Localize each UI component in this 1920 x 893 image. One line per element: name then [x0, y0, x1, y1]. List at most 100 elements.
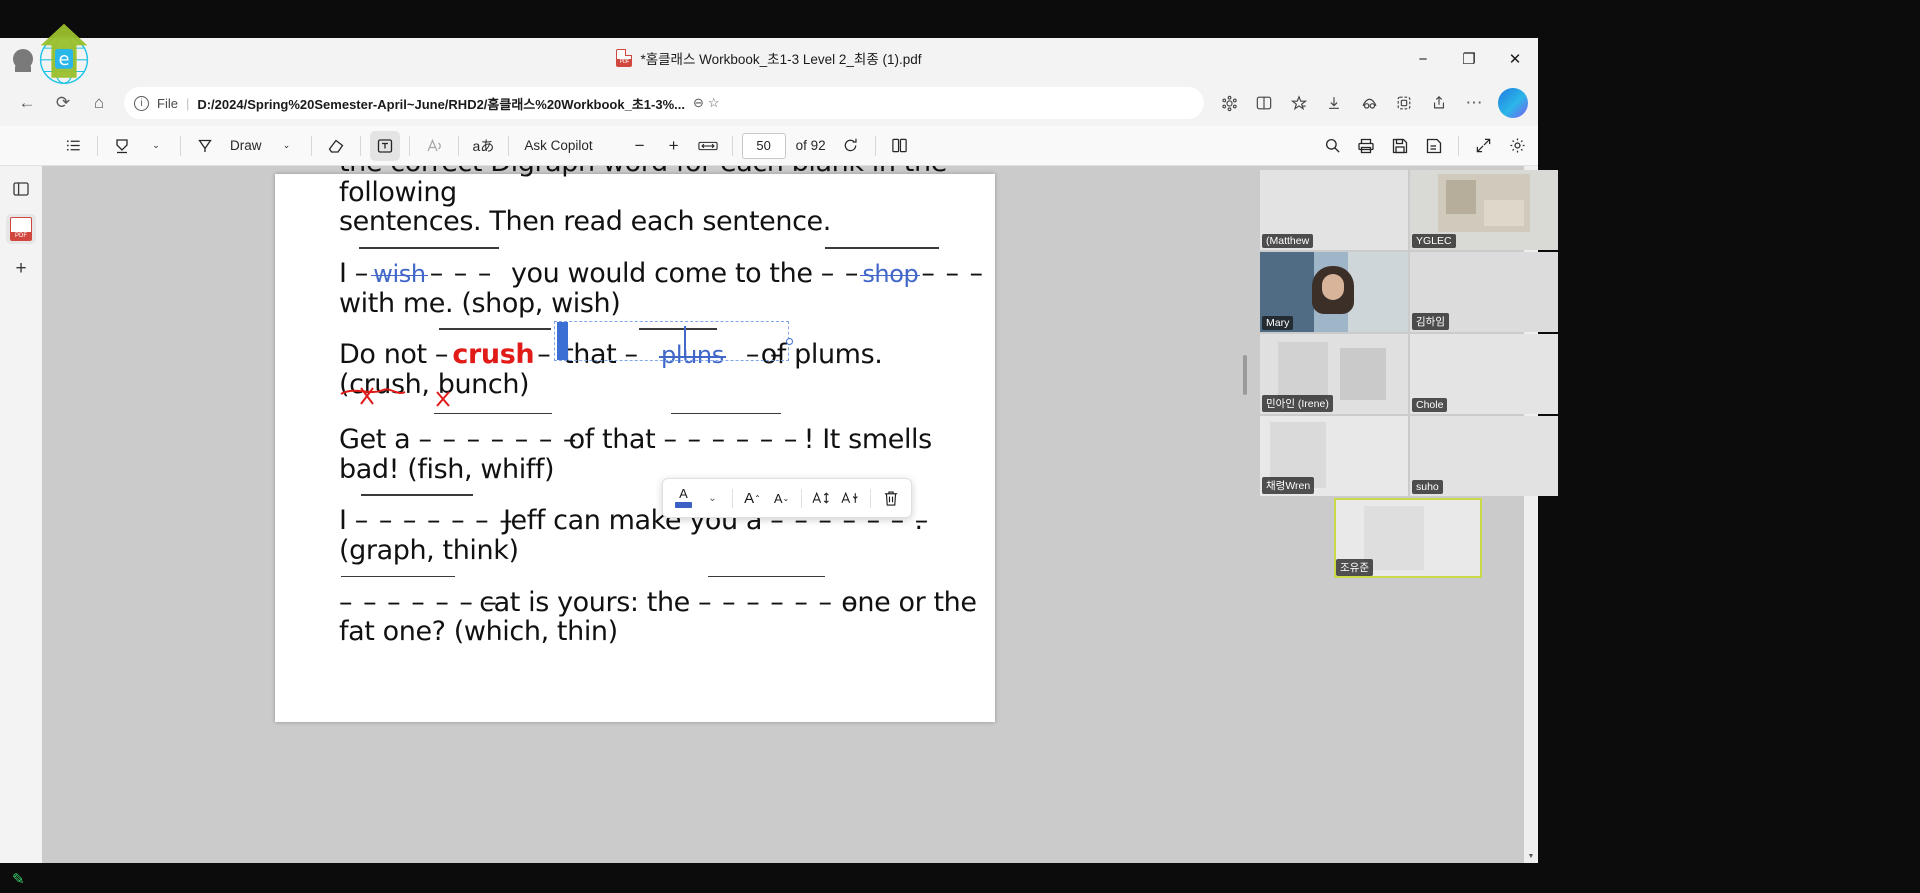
q3-suffix: ! It smells	[803, 423, 933, 455]
page-count-label: of 92	[795, 138, 826, 153]
q1-suffix-line: with me. (shop, wish)	[339, 287, 621, 319]
toolbar-actions: ⋯	[1212, 86, 1528, 120]
q4-blank-1[interactable]: – – – – – – –	[355, 494, 513, 536]
add-icon[interactable]: +	[6, 254, 36, 284]
video-tile-active-speaker[interactable]: 조유준	[1334, 498, 1482, 578]
video-tile[interactable]: (Matthew	[1260, 170, 1408, 250]
video-tile[interactable]: 채령Wren	[1260, 416, 1408, 496]
q1-answer-2[interactable]: shop	[862, 260, 918, 288]
text-caret	[684, 326, 686, 357]
video-tile[interactable]: 민아인 (Irene)	[1260, 334, 1408, 414]
zoom-out-icon[interactable]: ⊖	[693, 95, 704, 111]
grow-font-caret-icon: ⌃	[754, 493, 761, 503]
instruction-line-1: the correct Digraph word for each blank …	[339, 166, 947, 208]
video-tile[interactable]: Mary	[1260, 252, 1408, 332]
increase-font-size-button[interactable]: A ⌃	[739, 484, 766, 512]
page-number-input[interactable]: 50	[741, 132, 786, 159]
font-color-chevron-down-icon[interactable]: ⌄	[699, 484, 726, 512]
address-bar[interactable]: i File | D:/2024/Spring%20Semester-April…	[124, 87, 1204, 119]
participant-name: Mary	[1262, 316, 1294, 330]
downloads-icon[interactable]	[1317, 86, 1351, 120]
participant-name: 김하임	[1412, 313, 1449, 330]
share-icon[interactable]	[1422, 86, 1456, 120]
q2-answer-1[interactable]: crush	[452, 339, 534, 370]
participant-name: Chole	[1412, 398, 1448, 412]
zoom-in-button[interactable]: +	[659, 131, 689, 161]
participant-name: 조유준	[1336, 559, 1373, 576]
navigation-bar: ← ⟳ ⌂ i File | D:/2024/Spring%20Semester…	[0, 80, 1538, 126]
highlight-icon[interactable]	[107, 131, 137, 161]
file-scheme-label: File	[157, 95, 178, 111]
q4-prefix: I	[339, 505, 347, 537]
collections-icon[interactable]	[1212, 86, 1246, 120]
active-tab[interactable]: *홈클래스 Workbook_초1-3 Level 2_최종 (1).pdf	[0, 48, 1538, 68]
draw-chevron-down-icon[interactable]: ⌄	[272, 131, 302, 161]
participant-name: suho	[1412, 480, 1443, 494]
delete-annotation-button[interactable]	[877, 484, 904, 512]
eraser-icon[interactable]	[321, 131, 351, 161]
favorites-icon[interactable]	[1282, 86, 1316, 120]
minimize-button[interactable]: −	[1400, 38, 1446, 80]
close-button[interactable]: ✕	[1492, 38, 1538, 80]
taskbar: ✎	[0, 863, 1920, 893]
draw-icon[interactable]	[190, 131, 220, 161]
sidebar-toggle-icon[interactable]	[6, 174, 36, 204]
table-of-contents-icon[interactable]	[58, 131, 88, 161]
restore-button[interactable]: ❐	[1446, 38, 1492, 80]
page-layout-icon[interactable]	[885, 131, 915, 161]
video-tile[interactable]: suho	[1410, 416, 1558, 496]
increase-line-spacing-button[interactable]	[808, 484, 835, 512]
toolbar-divider	[874, 135, 876, 156]
font-color-button[interactable]: A	[670, 484, 697, 512]
text-annotation-selection-box[interactable]	[554, 321, 789, 362]
q1-answer-1[interactable]: wish	[373, 260, 426, 288]
q3-blank-2[interactable]: – – – – – –	[663, 412, 797, 455]
grow-font-letter: A	[744, 489, 755, 507]
annotation-drag-handle[interactable]	[557, 322, 568, 361]
instruction-text: the correct Digraph word for each blank …	[339, 166, 959, 237]
copilot-icon[interactable]	[1498, 88, 1528, 118]
decrease-line-spacing-button[interactable]	[837, 484, 864, 512]
pen-icon[interactable]: ✎	[12, 870, 30, 888]
rotate-icon[interactable]	[836, 131, 866, 161]
extensions-icon[interactable]	[1387, 86, 1421, 120]
fit-to-width-icon[interactable]	[693, 131, 723, 161]
participant-name: 민아인 (Irene)	[1262, 395, 1333, 412]
translate-icon[interactable]: aあ	[468, 131, 500, 161]
panel-resize-handle[interactable]	[1243, 355, 1247, 395]
read-aloud-icon[interactable]	[419, 131, 449, 161]
video-tile[interactable]: YGLEC	[1410, 170, 1558, 250]
decrease-font-size-button[interactable]: A ⌄	[768, 484, 795, 512]
zoom-out-button[interactable]: −	[625, 131, 655, 161]
ask-copilot-button[interactable]: Ask Copilot	[518, 131, 598, 161]
video-tile[interactable]: 김하임	[1410, 252, 1558, 332]
settings-more-icon[interactable]: ⋯	[1457, 86, 1491, 120]
q1-blank-1[interactable]: – wish – – –	[355, 247, 503, 289]
svg-text:e: e	[58, 49, 69, 70]
favorite-star-icon[interactable]: ☆	[708, 95, 720, 111]
q2-suffix-line: (crush, bunch)	[339, 369, 530, 401]
toolbar-divider	[180, 135, 181, 156]
add-text-icon[interactable]	[369, 130, 400, 161]
q2-blank-1[interactable]: – crush –	[435, 328, 555, 370]
video-tile[interactable]: Chole	[1410, 334, 1558, 414]
q1-blank-2-rule	[824, 247, 939, 249]
format-divider	[801, 488, 802, 508]
browser-essentials-icon[interactable]	[1352, 86, 1386, 120]
q1-blank-2[interactable]: – – shop – – –	[821, 247, 983, 289]
format-divider	[732, 488, 733, 508]
q3-blank-1[interactable]: – – – – – – –	[418, 412, 576, 455]
q1-blank-1-rule	[358, 247, 499, 249]
split-screen-icon[interactable]	[1247, 86, 1281, 120]
participant-name: (Matthew	[1262, 234, 1314, 248]
scroll-down-arrow-icon[interactable]: ▼	[1524, 849, 1538, 863]
text-format-floating-toolbar[interactable]: A ⌄ A ⌃ A ⌄	[662, 478, 912, 518]
toolbar-divider	[97, 135, 98, 156]
q5-blank-2[interactable]: – – – – – – –	[698, 575, 856, 618]
q5-blank-1[interactable]: – – – – – – –	[339, 575, 497, 618]
pdf-tool-icon[interactable]	[6, 214, 36, 244]
participant-name: 채령Wren	[1262, 477, 1315, 494]
highlight-chevron-down-icon[interactable]: ⌄	[141, 131, 171, 161]
site-info-icon[interactable]: i	[134, 95, 149, 111]
draw-label[interactable]: Draw	[224, 131, 268, 161]
